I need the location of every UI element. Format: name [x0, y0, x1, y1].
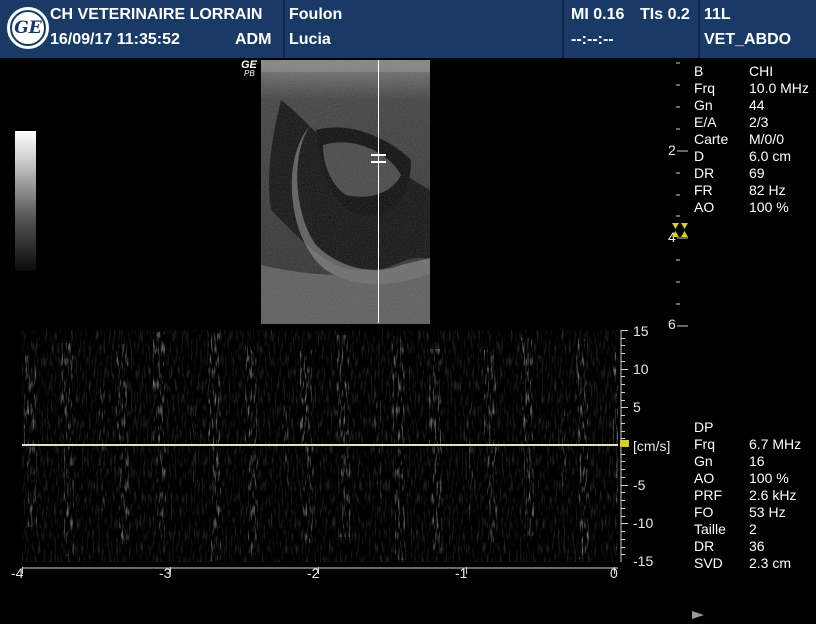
focus-marker-icon[interactable] — [671, 222, 689, 243]
doppler-param-row: Gn 16 — [694, 453, 816, 470]
bmode-param-key: DR — [694, 165, 715, 181]
doppler-param-row: DP — [694, 419, 816, 436]
bmode-param-value: 6.0 cm — [749, 148, 792, 164]
doppler-cursor-line[interactable] — [378, 60, 379, 323]
doppler-param-value: 2.6 kHz — [749, 487, 797, 503]
doppler-param-key: SVD — [694, 555, 723, 571]
bmode-param-row: AO 100 % — [694, 199, 816, 216]
cursor-arrow-icon — [692, 606, 704, 624]
bmode-param-row: D 6.0 cm — [694, 148, 816, 165]
velocity-tick: -10 — [633, 515, 654, 531]
tis-index: TIs 0.2 — [640, 6, 690, 23]
header-divider — [562, 0, 564, 58]
bmode-parameters: B CHI Frq 10.0 MHz Gn 44 E/A 2/3 Carte M/0/0 D 6.0 … — [694, 63, 816, 216]
operator-id: ADM — [235, 31, 272, 48]
doppler-param-value: 100 % — [749, 470, 789, 486]
velocity-tick: 10 — [633, 361, 649, 377]
doppler-parameters: DP Frq 6.7 MHz Gn 16 AO 100 % PRF 2.6 kHz FO 53 Hz… — [694, 419, 816, 572]
bmode-param-row: Frq 10.0 MHz — [694, 80, 816, 97]
bmode-param-row: Gn 44 — [694, 97, 816, 114]
institution-name: CH VETERINAIRE LORRAIN — [50, 6, 263, 23]
bmode-param-value: CHI — [749, 63, 774, 79]
header-divider — [283, 0, 285, 58]
velocity-unit: [cm/s] — [633, 438, 671, 454]
doppler-param-value: 53 Hz — [749, 504, 786, 520]
velocity-tick: 15 — [633, 323, 649, 339]
bmode-param-key: E/A — [694, 114, 717, 130]
exam-datetime: 16/09/17 11:35:52 — [50, 31, 180, 48]
doppler-param-key: Gn — [694, 453, 713, 469]
sample-gate-top[interactable] — [371, 154, 386, 156]
bmode-param-value: 10.0 MHz — [749, 80, 809, 96]
doppler-param-key: DP — [694, 419, 714, 435]
bmode-param-key: FR — [694, 182, 713, 198]
doppler-param-key: Frq — [694, 436, 715, 452]
baseline-marker[interactable] — [620, 440, 629, 447]
patient-first-name: Lucia — [289, 31, 331, 48]
doppler-param-key: Taille — [694, 521, 726, 537]
time-tick: -2 — [307, 565, 320, 581]
doppler-param-row: DR 36 — [694, 538, 816, 555]
bmode-param-row: Carte M/0/0 — [694, 131, 816, 148]
doppler-noise-floor — [22, 330, 618, 562]
bmode-param-key: Carte — [694, 131, 729, 147]
doppler-param-key: PRF — [694, 487, 722, 503]
doppler-param-row: Frq 6.7 MHz — [694, 436, 816, 453]
probe-name: 11L — [704, 6, 731, 23]
doppler-param-value: 6.7 MHz — [749, 436, 802, 452]
bmode-param-value: 44 — [749, 97, 765, 113]
depth-ticks — [676, 62, 688, 327]
time-tick: -3 — [159, 565, 172, 581]
bmode-param-value: 2/3 — [749, 114, 769, 130]
depth-scale — [670, 62, 690, 327]
mi-index: MI 0.16 — [571, 6, 625, 23]
pb-watermark: PB — [244, 69, 255, 78]
doppler-baseline — [22, 444, 618, 446]
bmode-param-key: Frq — [694, 80, 715, 96]
doppler-param-row: SVD 2.3 cm — [694, 555, 816, 572]
bmode-param-row: E/A 2/3 — [694, 114, 816, 131]
exam-timer: --:--:-- — [571, 31, 614, 48]
doppler-param-key: AO — [694, 470, 715, 486]
time-tick: 0 — [610, 565, 618, 581]
bmode-param-value: 82 Hz — [749, 182, 786, 198]
header-divider — [698, 0, 700, 58]
doppler-param-row: AO 100 % — [694, 470, 816, 487]
patient-last-name: Foulon — [289, 6, 343, 23]
bmode-param-value: M/0/0 — [749, 131, 785, 147]
bmode-param-key: D — [694, 148, 705, 164]
velocity-tick: -5 — [633, 477, 646, 493]
bmode-param-key: AO — [694, 199, 715, 215]
doppler-param-row: Taille 2 — [694, 521, 816, 538]
doppler-param-row: PRF 2.6 kHz — [694, 487, 816, 504]
bmode-param-row: B CHI — [694, 63, 816, 80]
doppler-param-value: 36 — [749, 538, 765, 554]
time-tick: -1 — [455, 565, 468, 581]
bmode-param-value: 100 % — [749, 199, 789, 215]
bmode-param-key: Gn — [694, 97, 713, 113]
doppler-param-value: 2.3 cm — [749, 555, 792, 571]
doppler-param-row: FO 53 Hz — [694, 504, 816, 521]
doppler-param-value: 16 — [749, 453, 765, 469]
bmode-param-value: 69 — [749, 165, 765, 181]
depth-label-6: 6 — [668, 316, 676, 332]
bmode-param-key: B — [694, 63, 704, 79]
bmode-image — [261, 60, 430, 324]
bmode-ultrasound-image — [261, 60, 430, 324]
ge-logo: GE — [4, 4, 52, 52]
sample-gate-bottom[interactable] — [371, 161, 386, 163]
doppler-param-key: DR — [694, 538, 715, 554]
time-tick: -4 — [11, 565, 24, 581]
bmode-param-row: DR 69 — [694, 165, 816, 182]
doppler-param-key: FO — [694, 504, 714, 520]
spectral-doppler-trace — [22, 330, 618, 562]
doppler-param-value: 2 — [749, 521, 757, 537]
velocity-tick: -15 — [633, 553, 654, 569]
exam-preset: VET_ABDO — [704, 31, 792, 48]
velocity-tick: 5 — [633, 399, 641, 415]
depth-label-2: 2 — [668, 142, 676, 158]
grayscale-bar — [15, 131, 36, 271]
bmode-param-row: FR 82 Hz — [694, 182, 816, 199]
